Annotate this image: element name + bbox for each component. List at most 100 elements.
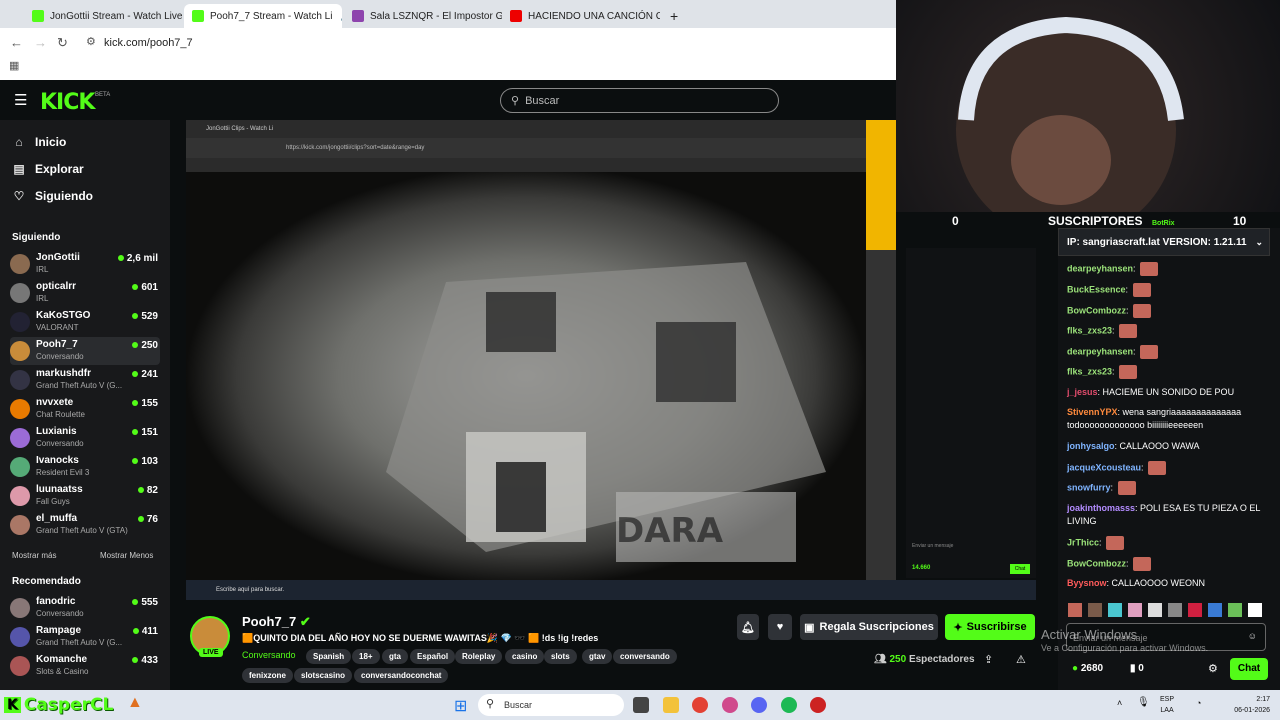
live-dot-icon <box>132 284 139 290</box>
site-info-icon[interactable]: ⚙ <box>86 35 96 48</box>
menu-icon[interactable]: ☰ <box>14 91 27 109</box>
sidebar-channel[interactable]: luunaatss Fall Guys 82 <box>10 482 160 510</box>
avatar <box>10 341 30 361</box>
tag[interactable]: gta <box>382 649 408 664</box>
sidebar-channel[interactable]: markushdfr Grand Theft Auto V (G... 241 <box>10 366 160 394</box>
stream-category[interactable]: Conversando <box>242 650 296 660</box>
video-bookmarks <box>186 158 866 172</box>
taskbar-search[interactable]: ⚲ Buscar <box>478 694 624 716</box>
tag[interactable]: slotscasino <box>294 668 353 683</box>
speaker-icon[interactable]: 🔊 <box>340 10 342 23</box>
sidebar-channel[interactable]: KaKoSTGO VALORANT 529 <box>10 308 160 336</box>
search-input[interactable]: ⚲ Buscar <box>500 88 779 113</box>
emote-icons[interactable] <box>1062 600 1268 620</box>
settings-gear-icon[interactable]: ⚙ <box>1208 662 1218 675</box>
discord-icon[interactable] <box>751 697 767 713</box>
live-dot-icon <box>132 657 139 663</box>
tag[interactable]: 18+ <box>352 649 380 664</box>
sidebar-channel[interactable]: opticalrr IRL 601 <box>10 279 160 307</box>
show-less-link[interactable]: Mostrar Menos <box>100 551 153 560</box>
live-dot-icon <box>132 400 139 406</box>
browser-tab[interactable]: JonGottii Stream - Watch Live o ✕ <box>24 4 182 28</box>
channel-points[interactable]: ● 2680 <box>1072 663 1103 674</box>
chrome-profile-icon[interactable] <box>722 697 738 713</box>
gift-counter[interactable]: ▮ 0 <box>1130 663 1144 674</box>
video-inner-chat: Enviar un mensaje 14.660 Chat <box>906 248 1036 578</box>
gift-icon: ▮ <box>1130 663 1136 674</box>
chevron-down-icon[interactable]: ⌄ <box>1255 237 1263 248</box>
viewer-count: 151 <box>132 427 158 438</box>
live-dot-icon <box>132 628 139 634</box>
subscribe-button[interactable]: ✦ Suscribirse <box>945 614 1035 640</box>
sidebar-channel[interactable]: fanodric Conversando 555 <box>10 594 160 622</box>
obs-icon[interactable] <box>810 697 826 713</box>
chevron-up-icon[interactable]: ˄ <box>1117 698 1122 708</box>
tag[interactable]: fenixzone <box>242 668 293 683</box>
sidebar-channel[interactable]: Ivanocks Resident Evil 3 103 <box>10 453 160 481</box>
sidebar-channel-active[interactable]: Pooh7_7 Conversando 250 <box>10 337 160 365</box>
gift-subs-button[interactable]: ▣ Regala Suscripciones <box>800 614 938 640</box>
browser-tab[interactable]: Sala LSZNQR - El Impostor Gam ✕ <box>344 4 502 28</box>
taskbar-clock[interactable]: 2:17 06-01-2026 <box>1234 694 1270 716</box>
task-view-icon[interactable] <box>633 697 649 713</box>
kick-favicon-icon <box>192 10 204 22</box>
nav-inicio[interactable]: ⌂ Inicio <box>12 135 66 149</box>
new-tab-button[interactable]: + <box>662 4 686 28</box>
address-bar: ← → ↻ ⚙ kick.com/pooh7_7 ▦ <box>0 28 896 80</box>
windows-start-icon[interactable]: ⊞ <box>454 696 467 716</box>
emote-bar[interactable] <box>1062 600 1268 620</box>
nav-siguiendo[interactable]: ♡ Siguiendo <box>12 189 93 203</box>
share-icon[interactable]: ⇪ <box>984 653 993 666</box>
live-dot-icon <box>132 429 139 435</box>
forward-icon[interactable]: → <box>34 35 47 50</box>
notification-bell-button[interactable]: 🔔︎ <box>737 614 759 640</box>
report-icon[interactable]: ⚠ <box>1016 653 1026 666</box>
sidebar-channel[interactable]: JonGottii IRL 2,6 mil <box>10 250 160 278</box>
avatar <box>10 598 30 618</box>
viewer-count: 250 <box>132 340 158 351</box>
sidebar-channel[interactable]: Luxianis Conversando 151 <box>10 424 160 452</box>
show-more-link[interactable]: Mostrar más <box>12 551 56 560</box>
pinned-message[interactable]: IP: sangriascraft.lat VERSION: 1.21.11 ⌄ <box>1058 228 1270 256</box>
language-indicator[interactable]: ESP LAA <box>1160 694 1174 716</box>
file-explorer-icon[interactable] <box>663 697 679 713</box>
tag[interactable]: conversando <box>613 649 677 664</box>
reload-icon[interactable]: ↻ <box>57 35 68 51</box>
apps-grid-icon[interactable]: ▦ <box>9 59 19 72</box>
sidebar-channel[interactable]: Komanche Slots & Casino 433 <box>10 652 160 680</box>
sidebar-channel[interactable]: Rampage Grand Theft Auto V (G... 411 <box>10 623 160 651</box>
people-icon: 👥︎ <box>874 654 887 665</box>
tag[interactable]: Spanish <box>306 649 352 664</box>
tag[interactable]: Español <box>410 649 456 664</box>
chat-message: flks_zxs23: <box>1067 324 1267 338</box>
browser-tab-active[interactable]: Pooh7_7 Stream - Watch Li 🔊 ✕ <box>184 4 342 28</box>
follow-heart-button[interactable]: ♥ <box>768 614 792 640</box>
url-field[interactable]: kick.com/pooh7_7 <box>104 37 193 49</box>
mic-icon[interactable]: 🎙︎ <box>1137 697 1150 708</box>
tag[interactable]: slots <box>544 649 577 664</box>
emoji-icon[interactable]: ☺ <box>1248 631 1257 641</box>
nav-explorar[interactable]: ▤ Explorar <box>12 162 83 176</box>
browser-tab[interactable]: HACIENDO UNA CANCIÓN CO ✕ <box>502 4 660 28</box>
streamer-name[interactable]: Pooh7_7 ✔ <box>242 614 311 630</box>
tag[interactable]: gtav <box>582 649 613 664</box>
chat-send-button[interactable]: Chat <box>1230 658 1268 680</box>
vlc-icon[interactable]: ▲ <box>127 694 143 712</box>
sidebar-channel[interactable]: nvvxete Chat Roulette 155 <box>10 395 160 423</box>
heart-icon: ♥ <box>776 621 784 633</box>
kick-logo[interactable]: KICK <box>40 90 95 115</box>
sidebar-channel[interactable]: el_muffa Grand Theft Auto V (GTA) 76 <box>10 511 160 539</box>
spotify-icon[interactable] <box>781 697 797 713</box>
live-dot-icon <box>137 487 144 493</box>
live-dot-icon <box>132 313 139 319</box>
emote-icon <box>1132 283 1151 297</box>
wifi-icon[interactable]: ◔ <box>1196 698 1201 708</box>
tag[interactable]: Roleplay <box>455 649 503 664</box>
video-player[interactable]: JonGottii Clips - Watch Li https://kick.… <box>186 120 1036 600</box>
back-icon[interactable]: ← <box>10 35 23 50</box>
tag[interactable]: casino <box>505 649 545 664</box>
tag[interactable]: conversandoconchat <box>354 668 449 683</box>
chrome-icon[interactable] <box>692 697 708 713</box>
stream-info: LIVE Pooh7_7 ✔ 🟧QUINTO DIA DEL AÑO HOY N… <box>186 600 1058 690</box>
viewer-count: 555 <box>132 597 158 608</box>
